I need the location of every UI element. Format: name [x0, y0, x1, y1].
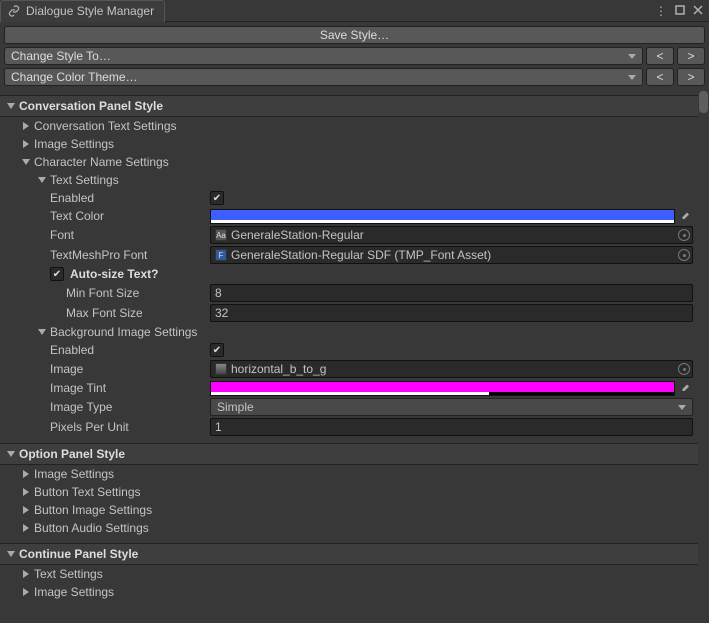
max-font-size-label: Max Font Size	[66, 306, 143, 320]
option-button-image-settings-row[interactable]: Button Image Settings	[0, 501, 698, 519]
foldout-icon	[20, 159, 32, 165]
vertical-scrollbar[interactable]	[699, 91, 708, 621]
change-style-label: Change Style To…	[11, 49, 111, 63]
object-picker-icon[interactable]	[678, 229, 690, 241]
link-icon	[7, 4, 21, 18]
foldout-icon	[20, 140, 32, 148]
conversation-image-settings-row[interactable]: Image Settings	[0, 135, 698, 153]
style-next-button[interactable]: >	[677, 47, 705, 65]
image-object-field[interactable]: horizontal_b_to_g	[210, 360, 693, 378]
option-button-audio-settings-row[interactable]: Button Audio Settings	[0, 519, 698, 537]
foldout-icon	[20, 588, 32, 596]
color-prev-button[interactable]: <	[646, 68, 674, 86]
eyedropper-icon[interactable]	[677, 381, 693, 396]
max-font-size-input[interactable]	[210, 304, 693, 322]
object-picker-icon[interactable]	[678, 363, 690, 375]
panel-tab[interactable]: Dialogue Style Manager	[0, 0, 165, 22]
foldout-icon	[36, 177, 48, 183]
font-label: Font	[50, 228, 74, 242]
auto-size-label: Auto-size Text?	[70, 267, 158, 281]
enabled-checkbox[interactable]	[210, 191, 224, 205]
tmp-font-object-field[interactable]: F GeneraleStation-Regular SDF (TMP_Font …	[210, 246, 693, 264]
min-font-size-label: Min Font Size	[66, 286, 139, 300]
conversation-panel-title: Conversation Panel Style	[19, 99, 163, 113]
save-style-button[interactable]: Save Style…	[4, 26, 705, 44]
change-style-dropdown[interactable]: Change Style To…	[4, 47, 643, 65]
foldout-icon	[20, 570, 32, 578]
auto-size-row[interactable]: Auto-size Text?	[0, 265, 698, 283]
option-button-text-settings-row[interactable]: Button Text Settings	[0, 483, 698, 501]
image-type-label: Image Type	[50, 400, 112, 414]
font-asset-icon: Aa	[215, 229, 227, 241]
panel-tab-bar: Dialogue Style Manager ⋮	[0, 0, 709, 22]
top-button-area: Save Style… Change Style To… < > Change …	[0, 22, 709, 89]
color-next-button[interactable]: >	[677, 68, 705, 86]
eyedropper-icon[interactable]	[677, 209, 693, 224]
option-panel-title: Option Panel Style	[19, 447, 125, 461]
foldout-icon	[20, 506, 32, 514]
foldout-icon	[20, 524, 32, 532]
min-font-size-input[interactable]	[210, 284, 693, 302]
panel-title: Dialogue Style Manager	[26, 4, 154, 18]
option-image-settings-row[interactable]: Image Settings	[0, 465, 698, 483]
continue-panel-title: Continue Panel Style	[19, 547, 138, 561]
panel-close-icon[interactable]	[691, 2, 705, 20]
character-name-settings-row[interactable]: Character Name Settings	[0, 153, 698, 171]
pixels-per-unit-input[interactable]	[210, 418, 693, 436]
background-image-settings-row[interactable]: Background Image Settings	[0, 323, 698, 341]
conversation-panel-header[interactable]: Conversation Panel Style	[0, 95, 698, 117]
panel-menu-icon[interactable]: ⋮	[653, 2, 669, 20]
foldout-icon	[20, 122, 32, 130]
continue-panel-header[interactable]: Continue Panel Style	[0, 543, 698, 565]
change-color-label: Change Color Theme…	[11, 70, 138, 84]
conversation-text-settings-row[interactable]: Conversation Text Settings	[0, 117, 698, 135]
image-label: Image	[50, 362, 83, 376]
pixels-per-unit-label: Pixels Per Unit	[50, 420, 129, 434]
bg-enabled-label: Enabled	[50, 343, 94, 357]
option-panel-header[interactable]: Option Panel Style	[0, 443, 698, 465]
foldout-icon	[36, 329, 48, 335]
continue-text-settings-row[interactable]: Text Settings	[0, 565, 698, 583]
text-settings-row[interactable]: Text Settings	[0, 171, 698, 189]
change-color-dropdown[interactable]: Change Color Theme…	[4, 68, 643, 86]
bg-enabled-checkbox[interactable]	[210, 343, 224, 357]
tmp-font-asset-icon: F	[215, 249, 227, 261]
continue-image-settings-row[interactable]: Image Settings	[0, 583, 698, 601]
inspector-scroll-area: Conversation Panel Style Conversation Te…	[0, 89, 709, 623]
save-style-label: Save Style…	[320, 28, 389, 42]
foldout-icon	[5, 451, 17, 457]
foldout-icon	[20, 470, 32, 478]
font-object-field[interactable]: Aa GeneraleStation-Regular	[210, 226, 693, 244]
scrollbar-thumb[interactable]	[699, 91, 708, 113]
foldout-icon	[5, 551, 17, 557]
foldout-icon	[5, 103, 17, 109]
text-color-label: Text Color	[50, 209, 104, 223]
auto-size-checkbox[interactable]	[50, 267, 64, 281]
sprite-asset-icon	[215, 363, 227, 375]
panel-maximize-icon[interactable]	[673, 2, 687, 20]
tmp-font-label: TextMeshPro Font	[50, 248, 147, 262]
object-picker-icon[interactable]	[678, 249, 690, 261]
style-prev-button[interactable]: <	[646, 47, 674, 65]
foldout-icon	[20, 488, 32, 496]
image-tint-field[interactable]	[210, 381, 675, 396]
text-color-field[interactable]	[210, 209, 675, 224]
image-tint-label: Image Tint	[50, 381, 106, 395]
image-type-dropdown[interactable]: Simple	[210, 398, 693, 416]
enabled-label: Enabled	[50, 191, 94, 205]
